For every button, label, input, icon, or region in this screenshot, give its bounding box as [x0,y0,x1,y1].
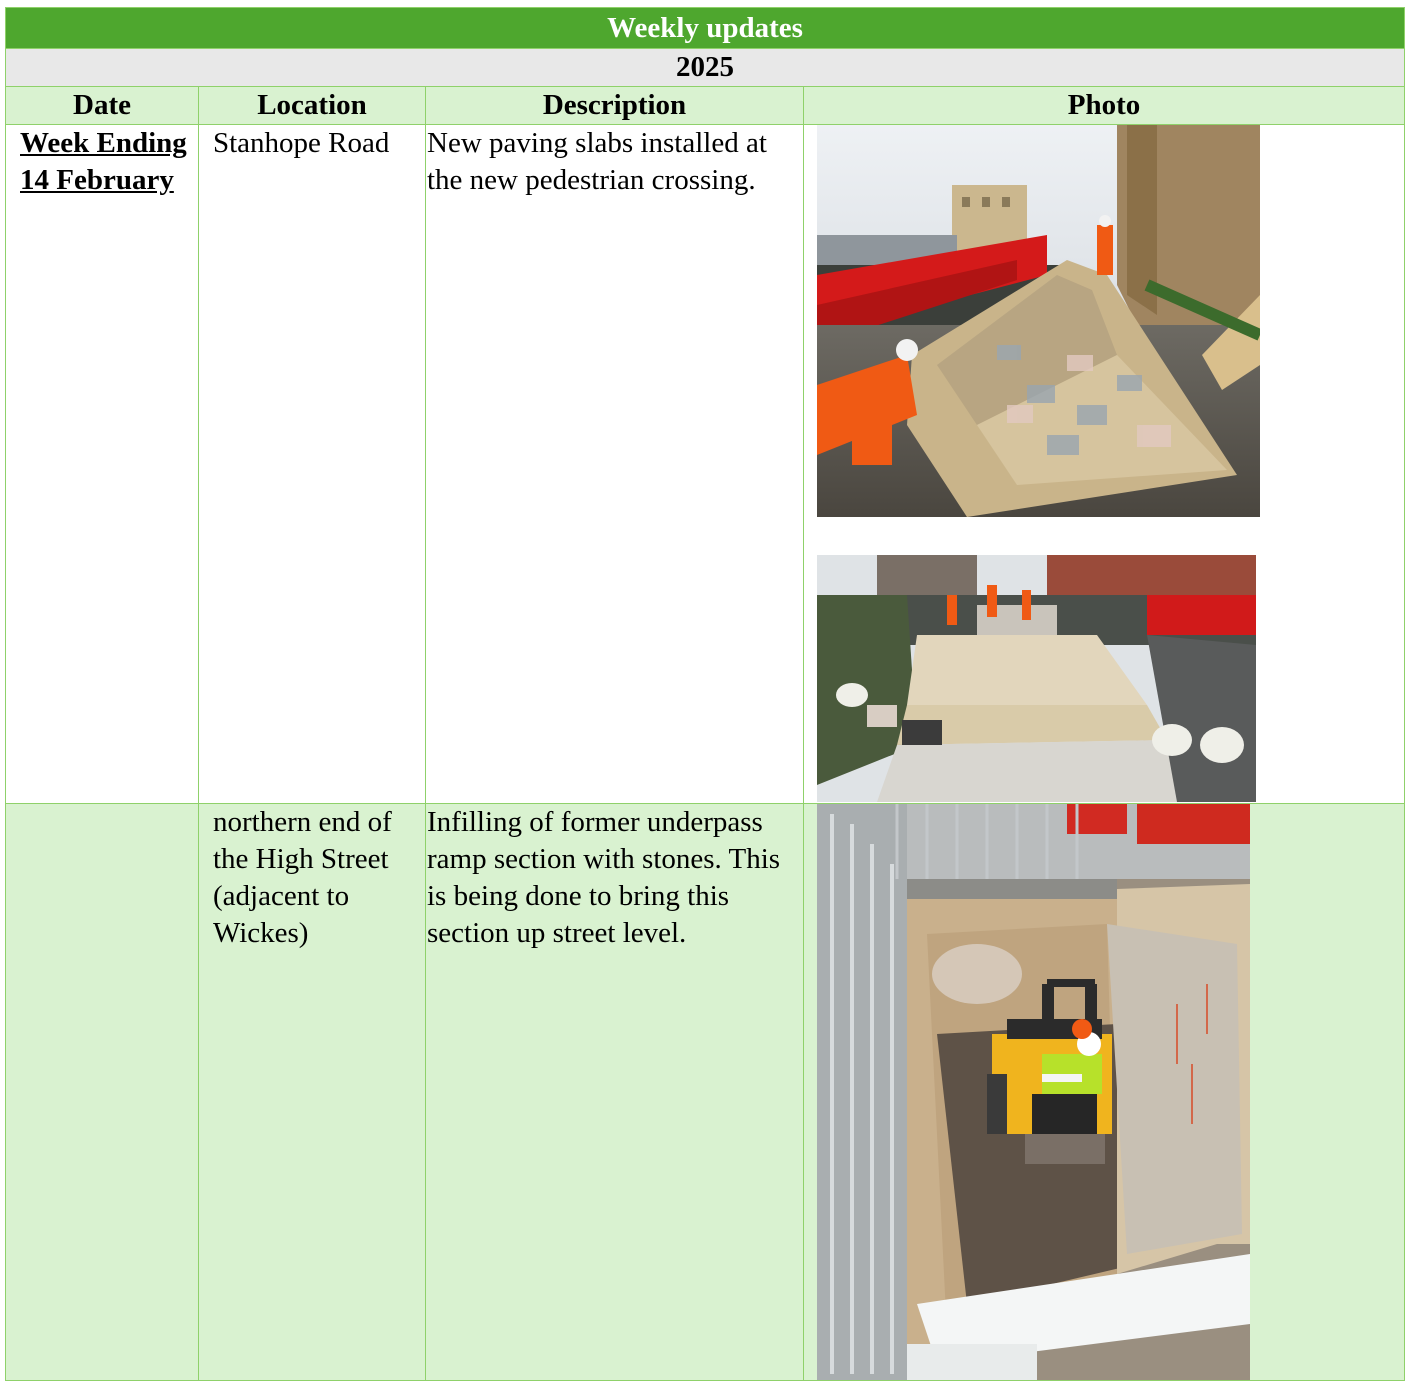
location-text: northern end of the High Street (adjacen… [213,806,392,949]
description-text: Infilling of former underpass ramp secti… [427,806,781,949]
date-cell [5,803,199,1381]
table-title: Weekly updates [4,7,1406,49]
photo-cell [802,124,1406,804]
photo-column-header: Photo [802,86,1406,125]
weekly-updates-table: Weekly updates 2025 Date Location Descri… [4,7,1406,1381]
description-text: New paving slabs installed at the new pe… [427,127,767,196]
underpass-infill-roller-photo [817,804,1250,1380]
table-row: northern end of the High Street (adjacen… [5,803,1406,1381]
date-text: Week Ending 14 February [20,127,187,196]
year-heading: 2025 [4,48,1406,87]
description-cell: New paving slabs installed at the new pe… [425,124,804,804]
location-column-header: Location [198,86,426,125]
date-column-header: Date [5,86,199,125]
description-cell: Infilling of former underpass ramp secti… [425,803,804,1381]
location-cell: northern end of the High Street (adjacen… [198,803,426,1381]
date-cell: Week Ending 14 February [5,124,199,804]
location-text: Stanhope Road [213,127,390,159]
paving-area-overview-photo [817,555,1256,802]
location-cell: Stanhope Road [198,124,426,804]
description-column-header: Description [425,86,804,125]
paving-slabs-crossing-photo [817,125,1260,517]
table-row: Week Ending 14 February Stanhope Road Ne… [5,124,1406,804]
photo-cell [802,803,1406,1381]
